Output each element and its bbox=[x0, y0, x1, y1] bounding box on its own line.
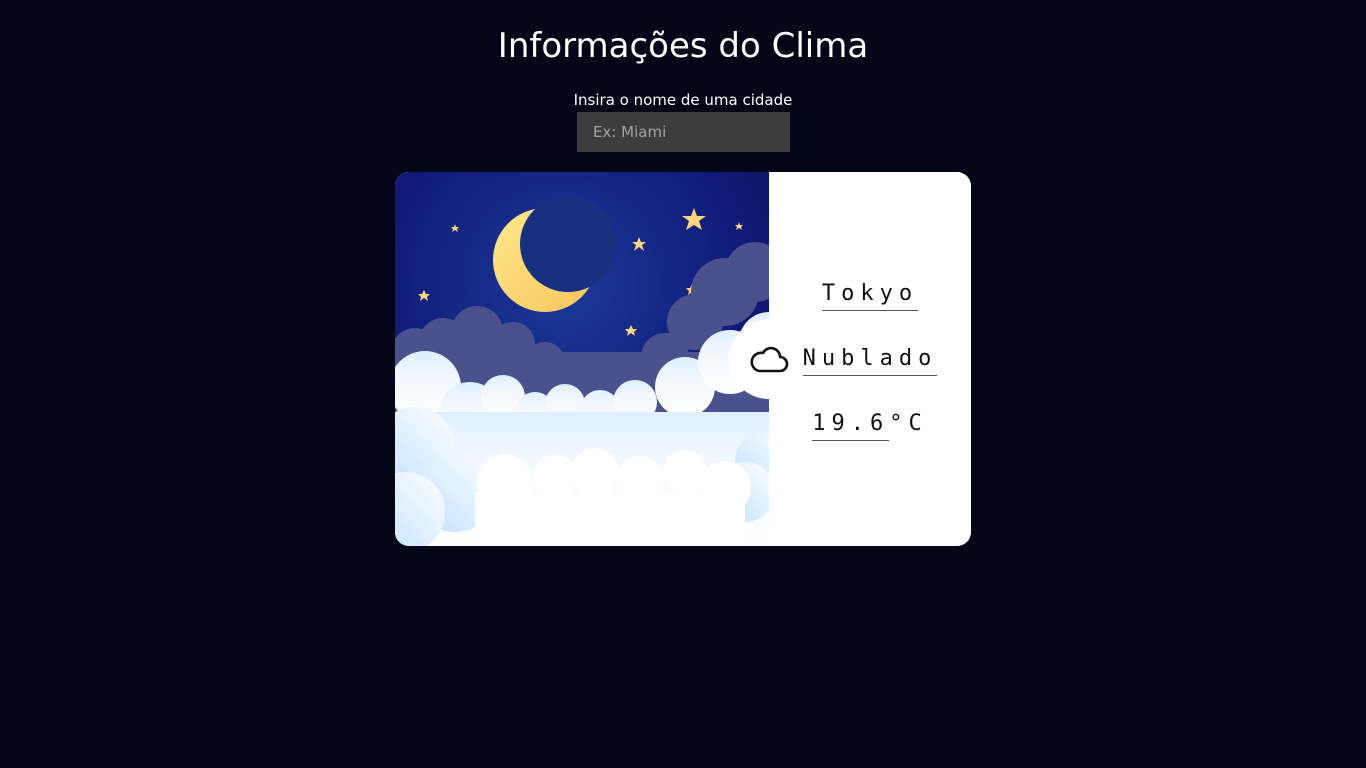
weather-condition: Nublado bbox=[769, 345, 971, 376]
temperature-value: 19.6 bbox=[812, 410, 890, 441]
weather-card: Tokyo Nublado 19.6°C bbox=[395, 172, 971, 546]
night-scene-illustration bbox=[395, 172, 769, 546]
page-title: Informações do Clima bbox=[497, 26, 869, 66]
city-name: Tokyo bbox=[769, 280, 971, 311]
weather-app: Informações do Clima Insira o nome de um… bbox=[0, 0, 1366, 768]
search-label: Insira o nome de uma cidade bbox=[573, 91, 793, 109]
temperature: 19.6°C bbox=[769, 410, 971, 441]
city-name-text: Tokyo bbox=[821, 280, 919, 311]
city-search-input[interactable] bbox=[577, 112, 790, 152]
weather-condition-text: Nublado bbox=[802, 345, 938, 376]
temperature-unit: °C bbox=[889, 411, 928, 436]
